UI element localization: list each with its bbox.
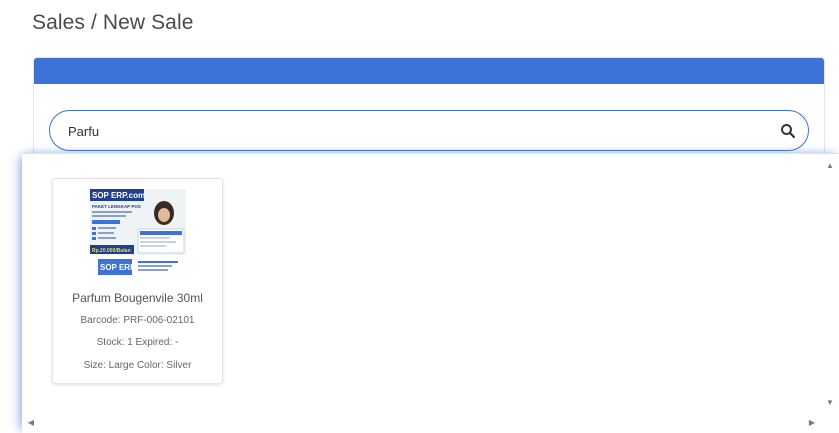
svg-text:PAKET LENGKAP POS: PAKET LENGKAP POS: [92, 204, 141, 209]
svg-text:SOP ERP.com: SOP ERP.com: [92, 191, 145, 200]
product-image: SOP ERP.com PAKET LENGKAP POS Rp.20.000/…: [90, 189, 186, 283]
card-header-bar: [34, 58, 824, 84]
scroll-left-arrow[interactable]: ◀: [26, 419, 36, 427]
product-stock: Stock: 1 Expired: -: [96, 337, 179, 348]
scroll-up-arrow[interactable]: ▲: [825, 162, 835, 170]
scroll-right-arrow[interactable]: ▶: [807, 419, 817, 427]
product-result-card[interactable]: SOP ERP.com PAKET LENGKAP POS Rp.20.000/…: [52, 178, 223, 384]
svg-text:Rp.20.000/Bulan: Rp.20.000/Bulan: [92, 248, 131, 254]
scroll-down-arrow[interactable]: ▼: [825, 399, 835, 407]
product-barcode: Barcode: PRF-006-02101: [80, 315, 195, 326]
svg-text:SOP ERP: SOP ERP: [100, 263, 136, 272]
product-name: Parfum Bougenvile 30ml: [72, 291, 203, 305]
search-icon[interactable]: [780, 123, 796, 139]
product-search-input[interactable]: [68, 120, 758, 142]
page-title: Sales / New Sale: [32, 11, 194, 34]
search-results-panel[interactable]: SOP ERP.com PAKET LENGKAP POS Rp.20.000/…: [22, 153, 839, 433]
product-search-box[interactable]: [49, 110, 809, 151]
product-attributes: Size: Large Color: Silver: [83, 360, 192, 371]
